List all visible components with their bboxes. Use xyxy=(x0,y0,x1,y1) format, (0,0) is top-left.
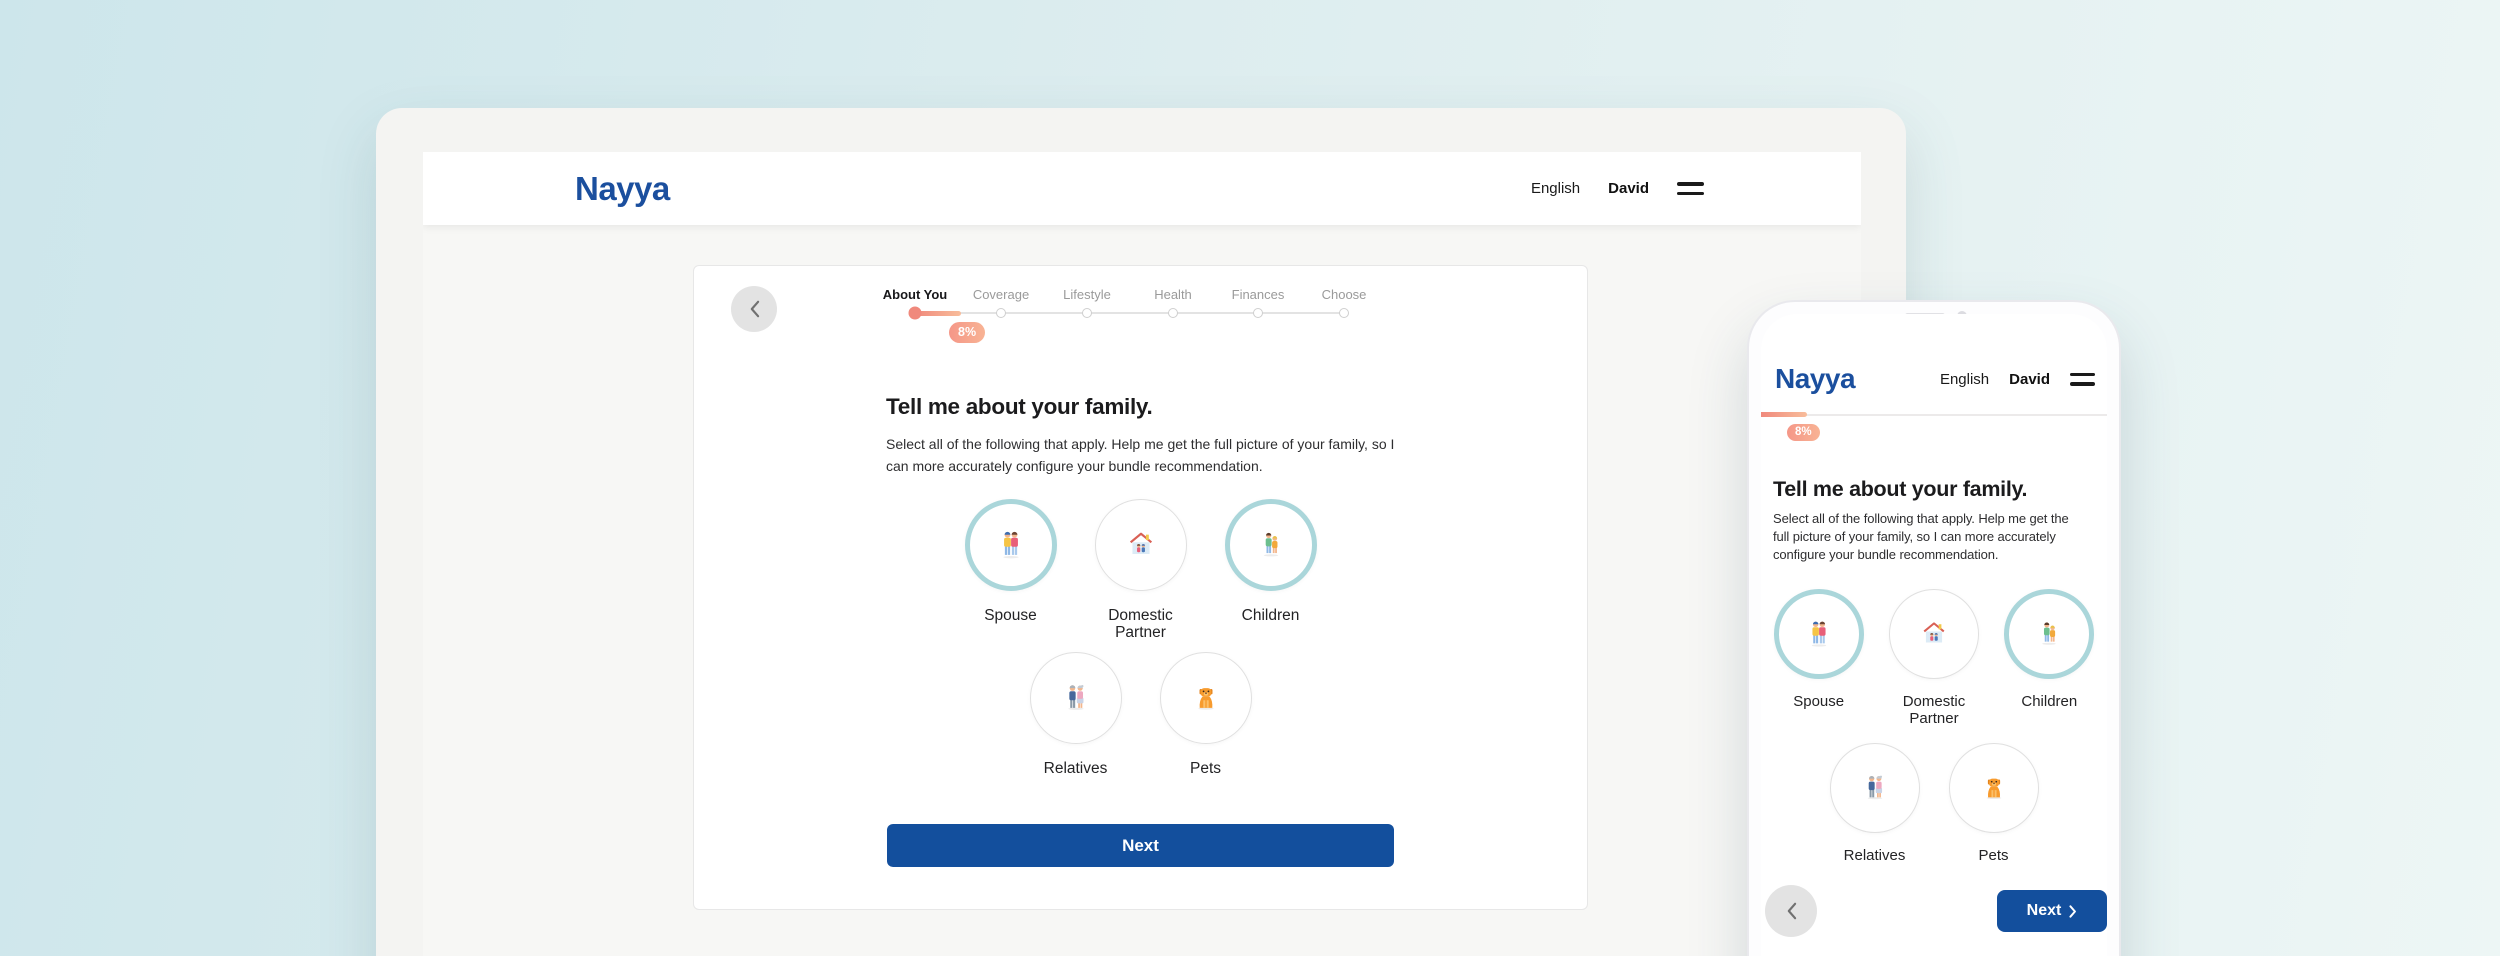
step-about-you: About You xyxy=(882,287,948,302)
family-option-label: Children xyxy=(2021,693,2078,710)
mobile-nav: English David xyxy=(1940,371,2095,388)
desktop-nav: English David xyxy=(1531,180,1704,197)
children-icon xyxy=(1253,527,1289,563)
progress-percent-badge: 8% xyxy=(949,322,986,343)
family-option-label: Relatives xyxy=(1843,847,1906,864)
family-option-pets[interactable]: Pets xyxy=(1141,652,1271,777)
stepper-track xyxy=(1761,414,2107,416)
family-option-circle[interactable] xyxy=(1948,743,2039,833)
step-dot xyxy=(1082,308,1092,318)
step-finances: Finances xyxy=(1231,287,1285,302)
step-dot xyxy=(908,306,922,320)
domestic-partner-icon xyxy=(1123,527,1159,563)
step-health: Health xyxy=(1154,287,1192,302)
chevron-left-icon xyxy=(750,300,759,318)
page-description: Select all of the following that apply. … xyxy=(1773,511,2069,562)
page-title: Tell me about your family. xyxy=(1773,477,2028,501)
family-option-relatives[interactable]: Relatives xyxy=(1011,652,1141,777)
nayya-logo[interactable]: Nayya xyxy=(575,170,670,208)
next-button[interactable]: Next xyxy=(1997,890,2107,932)
relatives-icon xyxy=(1858,771,1892,805)
pets-icon xyxy=(1188,680,1224,716)
stepper-track xyxy=(915,312,1344,314)
step-coverage: Coverage xyxy=(972,287,1030,302)
family-option-circle[interactable] xyxy=(1094,499,1187,591)
family-option-children[interactable]: Children xyxy=(1206,499,1336,641)
family-option-label: Domestic Partner xyxy=(1108,607,1173,641)
family-option-label: Relatives xyxy=(1043,760,1108,777)
step-lifestyle: Lifestyle xyxy=(1063,287,1111,302)
language-selector[interactable]: English xyxy=(1940,371,1989,388)
user-menu[interactable]: David xyxy=(2009,371,2050,388)
family-option-circle[interactable] xyxy=(1029,652,1122,744)
stepper-progress-fill xyxy=(1761,412,1807,417)
language-selector[interactable]: English xyxy=(1531,180,1580,197)
desktop-device-frame: Nayya English David About You Coverage L… xyxy=(376,108,1906,956)
step-dot xyxy=(1168,308,1178,318)
family-option-circle[interactable] xyxy=(1224,499,1317,591)
relatives-icon xyxy=(1058,680,1094,716)
family-option-circle[interactable] xyxy=(2004,589,2095,679)
domestic-partner-icon xyxy=(1917,617,1951,651)
family-option-label: Pets xyxy=(1189,760,1221,777)
pets-icon xyxy=(1977,771,2011,805)
step-dot xyxy=(1339,308,1349,318)
family-option-label: Spouse xyxy=(1793,693,1845,710)
family-options-row-1: Spouse Domestic Partner Children xyxy=(694,499,1587,641)
family-option-children[interactable]: Children xyxy=(1992,589,2107,727)
mobile-header: Nayya English David xyxy=(1775,363,2095,395)
back-button[interactable] xyxy=(1765,885,1817,937)
onboarding-card: About You Coverage Lifestyle Health Fina… xyxy=(693,265,1588,910)
family-option-pets[interactable]: Pets xyxy=(1934,743,2053,864)
family-option-circle[interactable] xyxy=(1888,589,1979,679)
step-choose: Choose xyxy=(1321,287,1367,302)
progress-percent-badge: 8% xyxy=(1787,424,1820,441)
nayya-logo[interactable]: Nayya xyxy=(1775,363,1856,395)
family-option-circle[interactable] xyxy=(1829,743,1920,833)
family-option-label: Domestic Partner xyxy=(1902,693,1966,727)
family-option-circle[interactable] xyxy=(1159,652,1252,744)
spouse-icon xyxy=(993,527,1029,563)
family-options-row-1: Spouse Domestic Partner Children xyxy=(1761,589,2107,727)
step-dot xyxy=(1253,308,1263,318)
family-option-label: Pets xyxy=(1978,847,2009,864)
user-menu[interactable]: David xyxy=(1608,180,1649,197)
family-option-label: Children xyxy=(1241,607,1300,624)
back-button[interactable] xyxy=(731,286,777,332)
step-dot xyxy=(996,308,1006,318)
family-options-row-2: Relatives Pets xyxy=(1761,743,2107,864)
family-options-row-2: Relatives Pets xyxy=(694,652,1587,777)
family-option-relatives[interactable]: Relatives xyxy=(1815,743,1934,864)
desktop-screen: Nayya English David About You Coverage L… xyxy=(423,152,1861,956)
family-option-domestic-partner[interactable]: Domestic Partner xyxy=(1876,589,1991,727)
marketing-background: Nayya English David About You Coverage L… xyxy=(0,0,2500,956)
children-icon xyxy=(2032,617,2066,651)
hamburger-menu-icon[interactable] xyxy=(2070,372,2095,386)
hamburger-menu-icon[interactable] xyxy=(1677,182,1704,195)
page-title: Tell me about your family. xyxy=(886,394,1153,419)
family-option-label: Spouse xyxy=(984,607,1037,624)
family-option-spouse[interactable]: Spouse xyxy=(946,499,1076,641)
next-button[interactable]: Next xyxy=(887,824,1394,867)
family-option-circle[interactable] xyxy=(1773,589,1864,679)
chevron-right-icon xyxy=(2069,904,2077,918)
desktop-header: Nayya English David xyxy=(423,152,1861,225)
phone-device-frame: Nayya English David 8% Tell me about you… xyxy=(1747,300,2121,956)
family-option-spouse[interactable]: Spouse xyxy=(1761,589,1876,727)
next-button-label: Next xyxy=(2026,902,2062,919)
page-description: Select all of the following that apply. … xyxy=(886,436,1395,474)
spouse-icon xyxy=(1802,617,1836,651)
chevron-left-icon xyxy=(1787,902,1796,920)
phone-screen: Nayya English David 8% Tell me about you… xyxy=(1761,314,2107,956)
family-option-domestic-partner[interactable]: Domestic Partner xyxy=(1076,499,1206,641)
stepper-progress-fill xyxy=(915,310,961,316)
family-option-circle[interactable] xyxy=(964,499,1057,591)
